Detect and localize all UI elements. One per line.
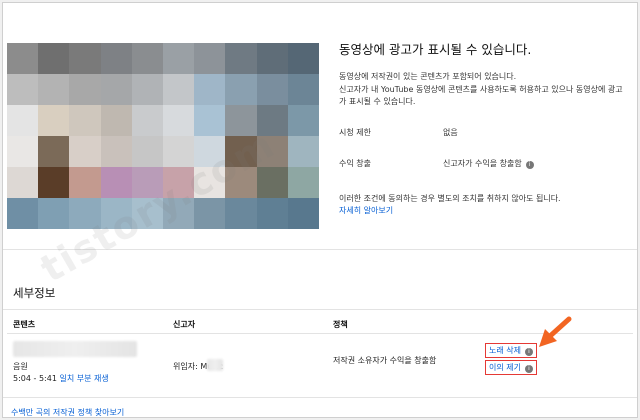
monetization-value: 신고자가 수익을 창출함 i (443, 158, 534, 169)
column-header-claimant: 신고자 (173, 320, 196, 329)
info-icon[interactable]: i (524, 365, 533, 373)
dispute-label: 이의 제기 (489, 363, 521, 372)
match-time: 5:04 - 5:41 일치 부분 재생 (13, 373, 109, 384)
claim-description-line1: 동영상에 저작권이 있는 콘텐츠가 포함되어 있습니다. (339, 72, 517, 81)
monetization-value-text: 신고자가 수익을 창출함 (443, 159, 522, 168)
arrow-icon (539, 316, 572, 347)
details-divider (3, 309, 637, 310)
blurred-content-title (13, 341, 137, 357)
learn-more-link[interactable]: 자세히 알아보기 (339, 205, 393, 216)
claim-description-line2: 신고자가 내 YouTube 동영상에 콘텐츠를 사용하도록 허용하고 있으나 … (339, 84, 623, 107)
footer-divider (3, 397, 637, 398)
time-range: 5:04 - 5:41 (13, 374, 57, 383)
info-icon[interactable]: i (525, 161, 534, 169)
claim-title: 동영상에 광고가 표시될 수 있습니다. (339, 42, 532, 57)
remove-song-label: 노래 삭제 (489, 346, 521, 355)
details-title: 세부정보 (13, 286, 56, 300)
agreement-note: 이러한 조건에 동의하는 경우 별도의 조치를 취하지 않아도 됩니다. (339, 194, 561, 203)
dispute-button[interactable]: 이의 제기 i (485, 360, 537, 375)
play-match-link[interactable]: 일치 부분 재생 (59, 374, 108, 383)
viewing-restriction-label: 시청 제한 (339, 128, 371, 137)
blurred-claimant (207, 359, 223, 371)
claim-description: 동영상에 저작권이 있는 콘텐츠가 포함되어 있습니다. 신고자가 내 YouT… (339, 71, 629, 109)
claim-info: 동영상에 광고가 표시될 수 있습니다. 동영상에 저작권이 있는 콘텐츠가 포… (339, 41, 629, 215)
content-type: 음원 (13, 362, 28, 371)
viewing-restriction-value: 없음 (443, 128, 458, 137)
remove-song-button[interactable]: 노래 삭제 i (485, 343, 537, 358)
section-divider (3, 249, 637, 250)
info-icon[interactable]: i (524, 348, 533, 356)
monetization-label: 수익 창출 (339, 159, 371, 168)
video-thumbnail (7, 43, 319, 229)
column-header-content: 콘텐츠 (13, 320, 36, 329)
find-copyright-policies-link[interactable]: 수백만 곡의 저작권 정책 찾아보기 (11, 407, 124, 417)
claim-details-panel: 동영상에 광고가 표시될 수 있습니다. 동영상에 저작권이 있는 콘텐츠가 포… (2, 2, 638, 418)
policy-text: 저작권 소유자가 수익을 창출함 (333, 356, 437, 365)
column-header-policy: 정책 (333, 320, 348, 329)
